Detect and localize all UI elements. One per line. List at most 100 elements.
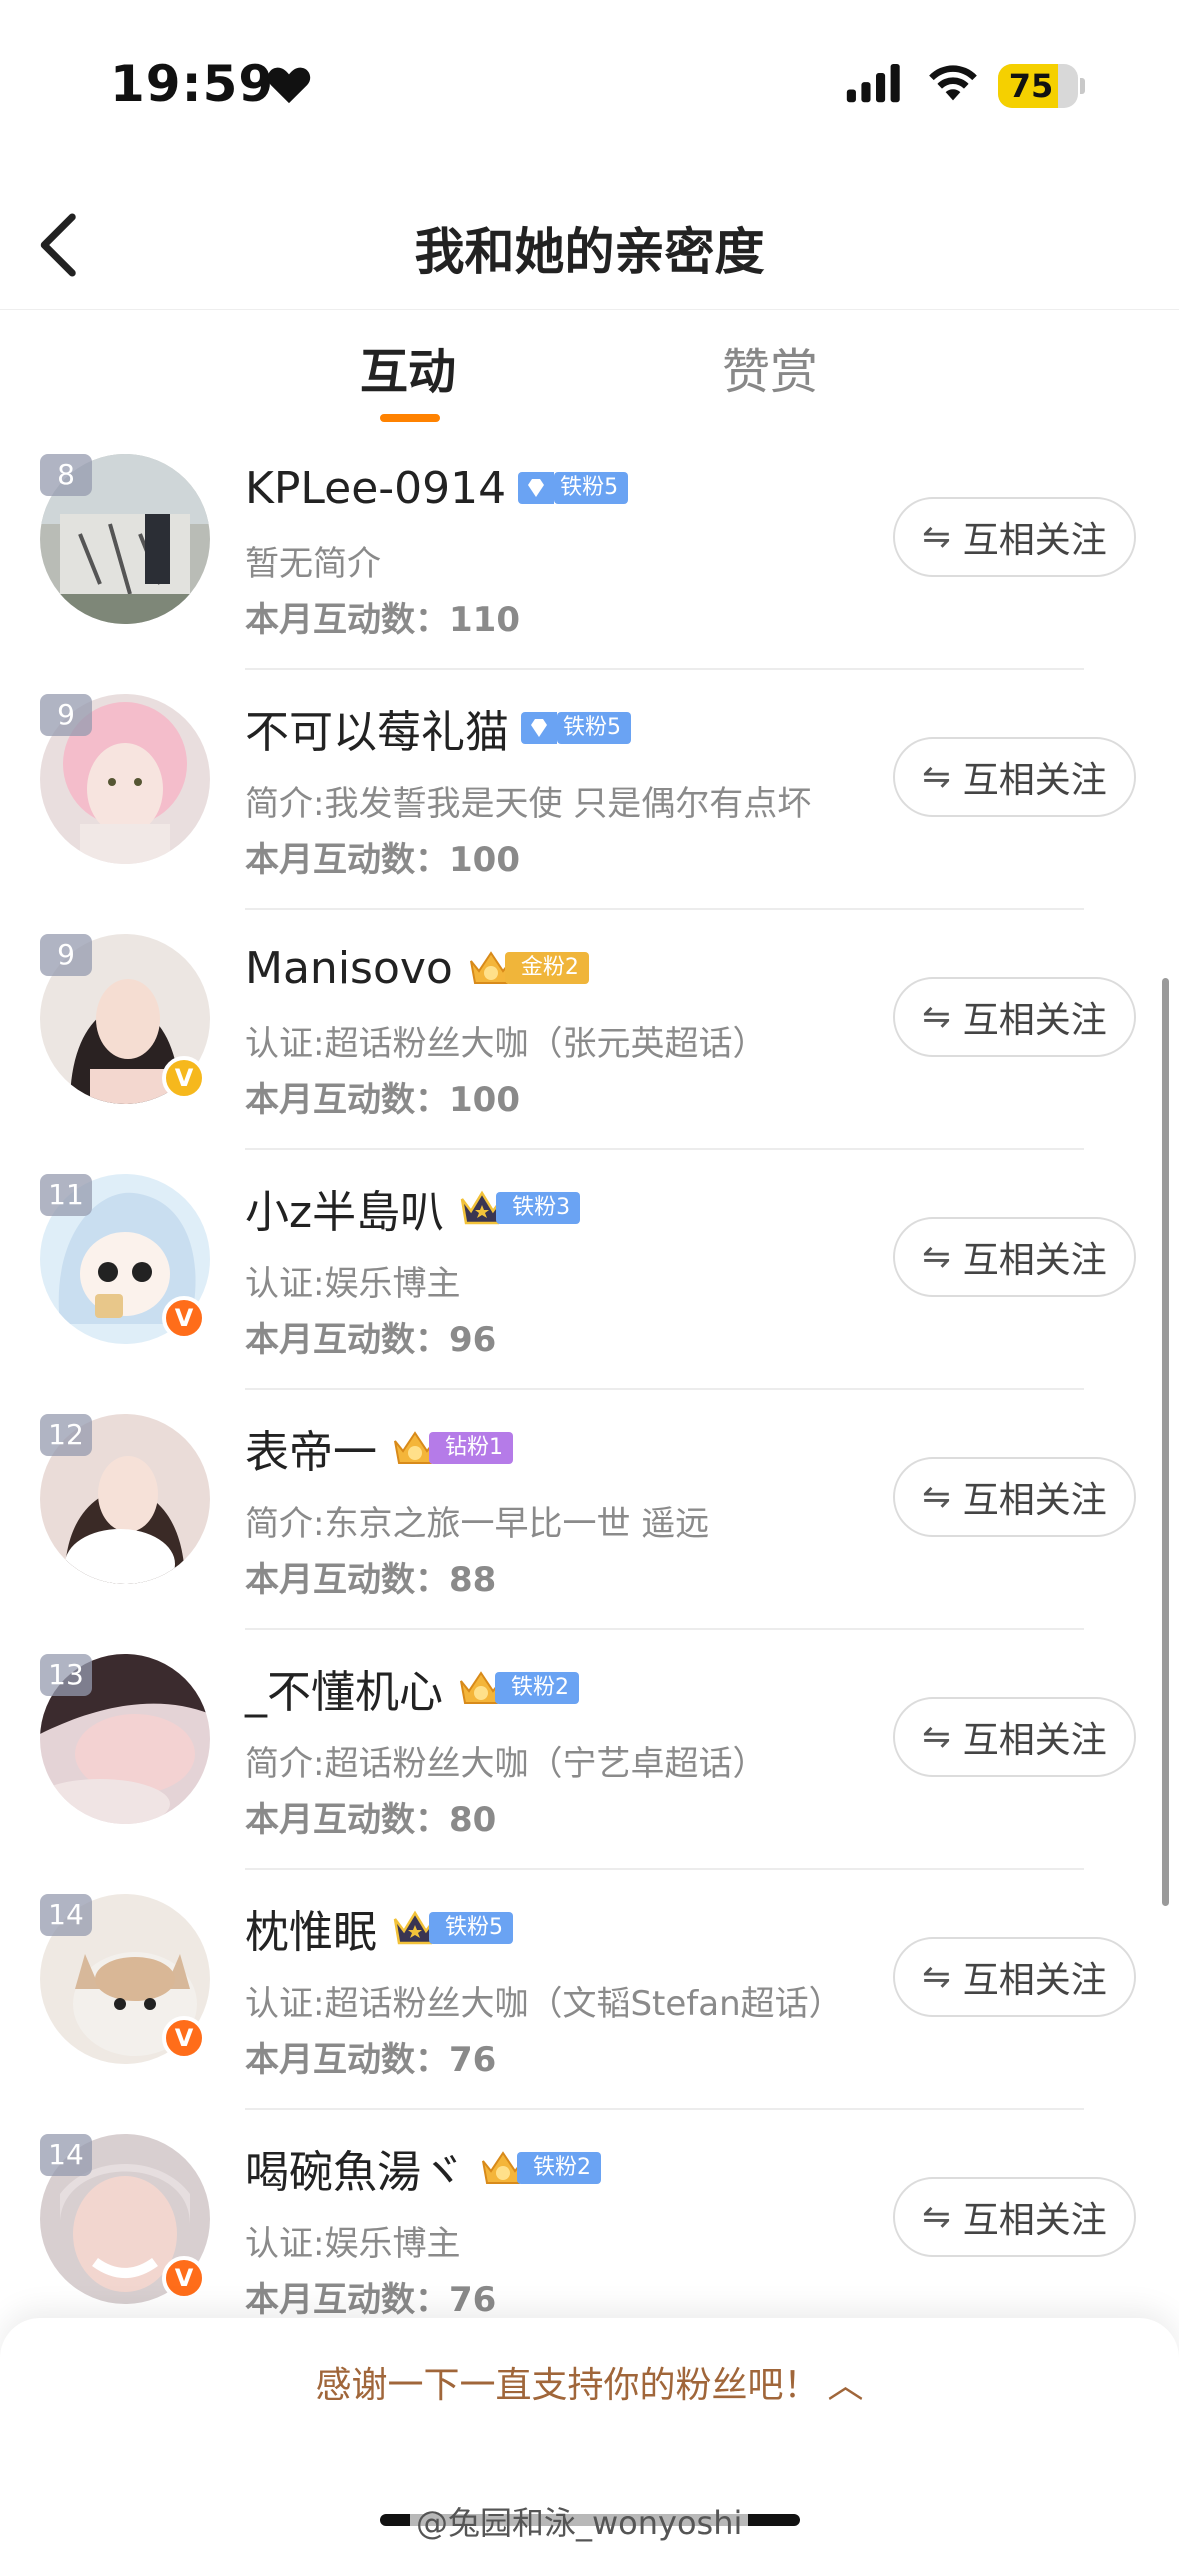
diamond-icon [531, 719, 547, 737]
fan-level-label: 铁粉2 [495, 1672, 579, 1704]
follow-label: 互相关注 [962, 760, 1107, 801]
user-bio: 简介:超话粉丝大咖（宁艺卓超话） [245, 1744, 767, 1784]
interaction-count-label: 本月互动数： [245, 840, 449, 880]
fan-level-label: 铁粉5 [429, 1912, 513, 1944]
mutual-follow-icon: ⇋ [922, 757, 951, 797]
list-item[interactable]: 14 V 喝碗魚湯ヾ 铁粉2 认证:娱乐博主 本月互动数：76 ⇋ 互相关注 [0, 2110, 1179, 2350]
list-item[interactable]: 9 不可以莓礼猫 铁粉5 简介:我发誓我是天使 只是偶尔有点坏 本月互动数：10… [0, 670, 1179, 910]
rank-badge: 13 [40, 1654, 92, 1696]
battery-level: 75 [1008, 67, 1054, 105]
name-row: 表帝一 钻粉1 [245, 1418, 513, 1478]
user-bio: 认证:超话粉丝大咖（张元英超话） [245, 1024, 767, 1064]
interaction-count: 本月互动数：88 [245, 1552, 496, 1601]
page-title: 我和她的亲密度 [414, 223, 765, 281]
user-bio: 认证:娱乐博主 [245, 2224, 461, 2264]
user-name[interactable]: _不懂机心 [245, 1656, 443, 1720]
verified-badge-icon: V [162, 1296, 206, 1340]
mutual-follow-button[interactable]: ⇋ 互相关注 [893, 1457, 1136, 1537]
verified-badge-icon: V [162, 1056, 206, 1100]
fan-level-badge: 铁粉5 [389, 1905, 513, 1951]
scrollbar[interactable] [1162, 978, 1169, 1906]
thanks-text: 感谢一下一直支持你的粉丝吧！ [315, 2365, 820, 2406]
chevron-up-icon: ︿ [827, 2365, 864, 2406]
mutual-follow-button[interactable]: ⇋ 互相关注 [893, 737, 1136, 817]
fan-level-label: 钻粉1 [429, 1432, 513, 1464]
name-row: 枕惟眠 铁粉5 [245, 1898, 513, 1958]
interaction-count: 本月互动数：76 [245, 2032, 496, 2081]
rank-badge: 12 [40, 1414, 92, 1456]
rank-badge: 14 [40, 1894, 92, 1936]
interaction-count-value: 96 [449, 1320, 497, 1360]
interaction-count-label: 本月互动数： [245, 600, 449, 640]
mutual-follow-icon: ⇋ [922, 1477, 951, 1517]
nav-header: 我和她的亲密度 [0, 180, 1179, 310]
user-name[interactable]: 表帝一 [245, 1416, 377, 1480]
tab-appreciation[interactable]: 赞赏 [722, 332, 818, 402]
rank-badge: 9 [40, 694, 92, 736]
interaction-count-value: 80 [449, 1800, 497, 1840]
tab-interaction[interactable]: 互动 [360, 332, 456, 402]
name-row: Manisovo 金粉2 [245, 938, 589, 998]
user-name[interactable]: 喝碗魚湯ヾ [245, 2136, 465, 2200]
user-name[interactable]: Manisovo [245, 943, 453, 994]
interaction-count-label: 本月互动数： [245, 2040, 449, 2080]
name-row: KPLee-0914 铁粉5 [245, 458, 629, 518]
fan-level-badge: 铁粉2 [455, 1665, 579, 1711]
list-item[interactable]: 14 V 枕惟眠 铁粉5 认证:超话粉丝大咖（文韬Stefan超话） 本月互动数… [0, 1870, 1179, 2110]
interaction-count-label: 本月互动数： [245, 2280, 449, 2320]
mutual-follow-icon: ⇋ [922, 1717, 951, 1757]
rank-badge: 8 [40, 454, 92, 496]
user-name[interactable]: 小z半島叭 [245, 1176, 444, 1240]
user-name[interactable]: 枕惟眠 [245, 1896, 377, 1960]
mutual-follow-button[interactable]: ⇋ 互相关注 [893, 497, 1136, 577]
status-bar: 19:59 75 [0, 0, 1179, 170]
fan-level-label: 铁粉5 [557, 712, 631, 744]
fan-level-label: 铁粉2 [517, 2152, 601, 2184]
interaction-count-value: 76 [449, 2040, 497, 2080]
user-bio: 认证:娱乐博主 [245, 1264, 461, 1304]
user-bio: 认证:超话粉丝大咖（文韬Stefan超话） [245, 1984, 843, 2024]
fan-level-badge: 金粉2 [465, 945, 589, 991]
mutual-follow-button[interactable]: ⇋ 互相关注 [893, 2177, 1136, 2257]
mutual-follow-icon: ⇋ [922, 1237, 951, 1277]
interaction-count-value: 100 [449, 840, 520, 880]
rank-badge: 11 [40, 1174, 92, 1216]
list-item[interactable]: 9 V Manisovo 金粉2 认证:超话粉丝大咖（张元英超话） 本月互动数：… [0, 910, 1179, 1150]
user-name[interactable]: 不可以莓礼猫 [245, 696, 509, 760]
thanks-fans-prompt[interactable]: 感谢一下一直支持你的粉丝吧！ ︿ [0, 2356, 1179, 2408]
tab-bar: 互动 赞赏 [0, 310, 1179, 430]
heart-icon [267, 67, 311, 104]
fan-level-label: 铁粉5 [554, 472, 629, 504]
list-item[interactable]: 11 V 小z半島叭 铁粉3 认证:娱乐博主 本月互动数：96 ⇋ 互相关注 [0, 1150, 1179, 1390]
interaction-count-value: 110 [449, 600, 520, 640]
mutual-follow-button[interactable]: ⇋ 互相关注 [893, 1217, 1136, 1297]
mutual-follow-button[interactable]: ⇋ 互相关注 [893, 1937, 1136, 2017]
verified-badge-icon: V [162, 2256, 206, 2300]
interaction-count: 本月互动数：76 [245, 2272, 496, 2321]
mutual-follow-button[interactable]: ⇋ 互相关注 [893, 977, 1136, 1057]
interaction-count-value: 76 [449, 2280, 497, 2320]
active-tab-indicator [380, 414, 440, 422]
verified-badge-icon: V [162, 2016, 206, 2060]
name-row: 喝碗魚湯ヾ 铁粉2 [245, 2138, 601, 2198]
interaction-count: 本月互动数：110 [245, 592, 520, 641]
list-item[interactable]: 8 KPLee-0914 铁粉5 暂无简介 本月互动数：110 ⇋ 互相关注 [0, 430, 1179, 670]
bottom-sheet[interactable]: 感谢一下一直支持你的粉丝吧！ ︿ @兔园和泳_wonyoshi [0, 2318, 1179, 2556]
rank-badge: 14 [40, 2134, 92, 2176]
list-item[interactable]: 12 表帝一 钻粉1 简介:东京之旅一早比一世 遥远 本月互动数：88 ⇋ 互相关… [0, 1390, 1179, 1630]
list-item[interactable]: 13 _不懂机心 铁粉2 简介:超话粉丝大咖（宁艺卓超话） 本月互动数：80 ⇋… [0, 1630, 1179, 1870]
rank-badge: 9 [40, 934, 92, 976]
follow-label: 互相关注 [962, 1960, 1107, 2001]
fan-level-badge: 铁粉5 [518, 472, 629, 504]
interaction-count: 本月互动数：80 [245, 1792, 496, 1841]
interaction-count-value: 100 [449, 1080, 520, 1120]
watermark: @兔园和泳_wonyoshi [410, 2498, 749, 2544]
user-name[interactable]: KPLee-0914 [245, 463, 506, 514]
fan-level-badge: 铁粉2 [477, 2145, 601, 2191]
mutual-follow-icon: ⇋ [922, 2197, 951, 2237]
follow-label: 互相关注 [962, 520, 1107, 561]
follow-label: 互相关注 [962, 1240, 1107, 1281]
diamond-icon [528, 479, 545, 497]
fan-level-badge: 铁粉3 [456, 1185, 581, 1231]
mutual-follow-button[interactable]: ⇋ 互相关注 [893, 1697, 1136, 1777]
